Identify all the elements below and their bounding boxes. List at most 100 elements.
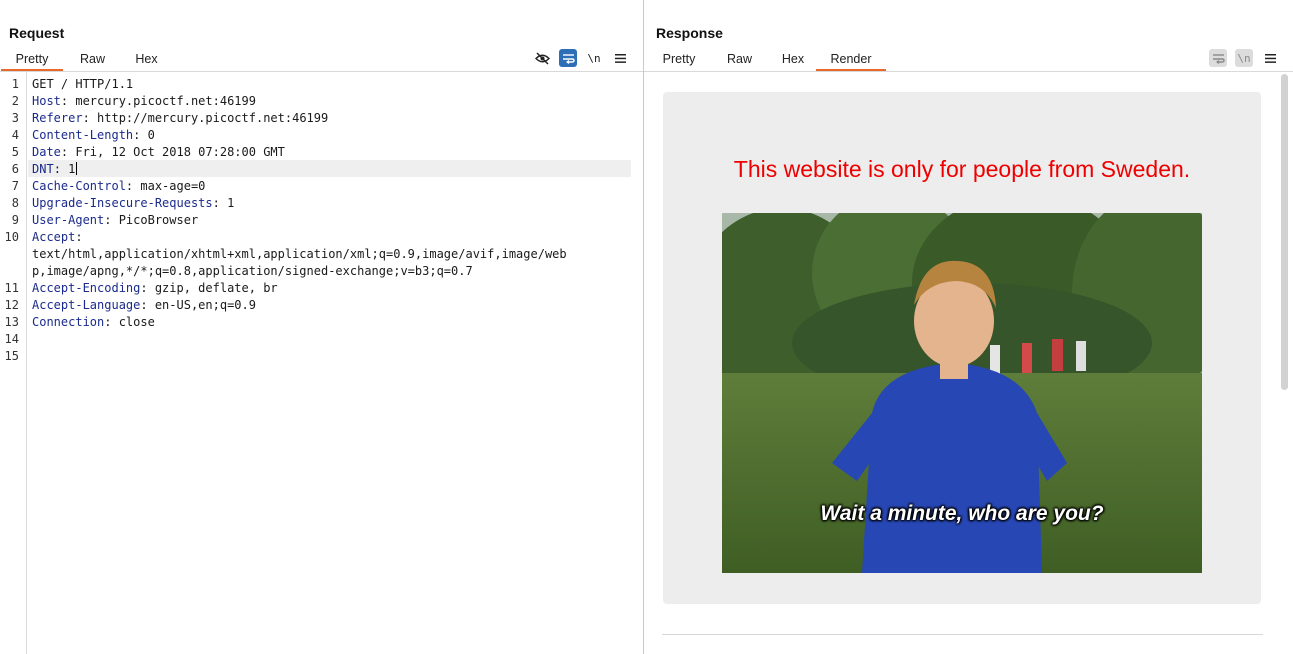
rendered-gif-image: Wait a minute, who are you? [722,213,1202,573]
code-line[interactable]: 2 Host: mercury.picoctf.net:46199 [0,92,642,109]
header-name: Accept-Encoding [32,281,141,295]
code-line[interactable]: 9 User-Agent: PicoBrowser [0,211,642,228]
newline-toggle[interactable]: \n [1235,49,1253,67]
response-tabs: Pretty Raw Hex Render [649,47,886,71]
code-line[interactable]: 5 Date: Fri, 12 Oct 2018 07:28:00 GMT [0,143,642,160]
request-tabs: Pretty Raw Hex [1,47,171,71]
line-number: 8 [11,196,19,210]
code-line[interactable]: 14 [0,330,642,347]
header-separator: : [140,298,155,312]
header-value: 1 [68,162,76,176]
line-text: Upgrade-Insecure-Requests: 1 [32,195,234,212]
header-value: close [118,315,155,329]
gif-caption: Wait a minute, who are you? [820,502,1104,525]
hamburger-menu-icon[interactable] [1261,49,1279,67]
code-line[interactable]: text/html,application/xhtml+xml,applicat… [0,245,642,262]
code-line[interactable]: 1 GET / HTTP/1.1 [0,75,642,92]
code-line[interactable]: p,image/apng,*/*;q=0.8,application/signe… [0,262,642,279]
header-value: en-US,en;q=0.9 [154,298,256,312]
header-separator: : [82,111,98,125]
code-line[interactable]: 11 Accept-Encoding: gzip, deflate, br [0,279,642,296]
line-text: DNT: 1 [32,161,78,178]
code-line[interactable]: 13 Connection: close [0,313,642,330]
line-text: Accept-Language: en-US,en;q=0.9 [32,297,256,314]
header-separator: : [104,213,119,227]
code-line[interactable]: 15 [0,347,642,364]
header-separator: : [133,128,148,142]
line-number: 10 [4,230,19,244]
header-separator: : [53,162,69,176]
line-number: 3 [11,111,19,125]
line-number: 7 [11,179,19,193]
header-name: Accept [32,230,76,244]
header-value: text/html,application/xhtml+xml,applicat… [32,247,567,261]
line-text: Host: mercury.picoctf.net:46199 [32,93,256,110]
tab-render[interactable]: Render [816,47,886,71]
line-number: 1 [11,77,19,91]
code-line[interactable]: 6 DNT: 1 [0,160,642,177]
render-scrollbar[interactable] [1281,74,1288,390]
code-line[interactable]: 7 Cache-Control: max-age=0 [0,177,642,194]
tab-pretty[interactable]: Pretty [1,47,63,71]
code-line[interactable]: 8 Upgrade-Insecure-Requests: 1 [0,194,642,211]
header-separator: : [75,230,83,244]
header-value: 0 [147,128,155,142]
header-value: GET / HTTP/1.1 [32,77,134,91]
line-number: 15 [4,349,19,363]
header-separator: : [60,145,76,159]
line-text: Cache-Control: max-age=0 [32,178,205,195]
word-wrap-icon[interactable] [559,49,577,67]
header-name: Upgrade-Insecure-Requests [32,196,213,210]
header-value: 1 [227,196,235,210]
line-number: 2 [11,94,19,108]
render-view: This website is only for people from Swe… [644,72,1293,654]
tab-hex[interactable]: Hex [122,47,171,71]
tab-hex[interactable]: Hex [770,47,816,71]
line-text: GET / HTTP/1.1 [32,76,133,93]
code-line[interactable]: 12 Accept-Language: en-US,en;q=0.9 [0,296,642,313]
header-value: gzip, deflate, br [154,281,278,295]
line-text: Referer: http://mercury.picoctf.net:4619… [32,110,328,127]
header-value: p,image/apng,*/*;q=0.8,application/signe… [32,264,473,278]
request-editor[interactable]: 1 GET / HTTP/1.1 2 Host: mercury.picoctf.ne… [0,72,642,654]
response-pane: Response Pretty Raw Hex Render \n This w… [644,0,1293,654]
header-name: DNT [32,162,54,176]
line-text: text/html,application/xhtml+xml,applicat… [32,246,567,263]
hamburger-menu-icon[interactable] [611,49,629,67]
header-separator: : [60,94,76,108]
line-number: 6 [11,162,19,176]
header-name: Date [32,145,61,159]
newline-toggle[interactable]: \n [585,49,603,67]
line-text: Accept: [32,229,83,246]
render-divider [662,634,1263,635]
line-number: 12 [4,298,19,312]
tab-raw[interactable]: Raw [63,47,122,71]
tab-pretty[interactable]: Pretty [649,47,709,71]
line-text: Connection: close [32,314,155,331]
line-number: 4 [11,128,19,142]
header-name: Host [32,94,61,108]
line-number: 11 [4,281,19,295]
header-value: Fri, 12 Oct 2018 07:28:00 GMT [75,145,285,159]
code-line[interactable]: 4 Content-Length: 0 [0,126,642,143]
word-wrap-icon[interactable] [1209,49,1227,67]
header-name: Cache-Control [32,179,126,193]
header-value: http://mercury.picoctf.net:46199 [97,111,329,125]
header-separator: : [140,281,155,295]
line-number: 14 [4,332,19,346]
response-title: Response [656,25,723,41]
request-toolbar: \n [533,47,629,69]
header-name: Accept-Language [32,298,141,312]
header-name: Referer [32,111,83,125]
code-line[interactable]: 10 Accept: [0,228,642,245]
code-line[interactable]: 3 Referer: http://mercury.picoctf.net:461… [0,109,642,126]
line-text: User-Agent: PicoBrowser [32,212,198,229]
header-separator: : [104,315,119,329]
tab-raw[interactable]: Raw [709,47,770,71]
header-value: max-age=0 [140,179,206,193]
eye-slash-icon[interactable] [533,49,551,67]
line-text: p,image/apng,*/*;q=0.8,application/signe… [32,263,473,280]
text-cursor [76,162,78,175]
request-title: Request [9,25,65,41]
line-number: 5 [11,145,19,159]
